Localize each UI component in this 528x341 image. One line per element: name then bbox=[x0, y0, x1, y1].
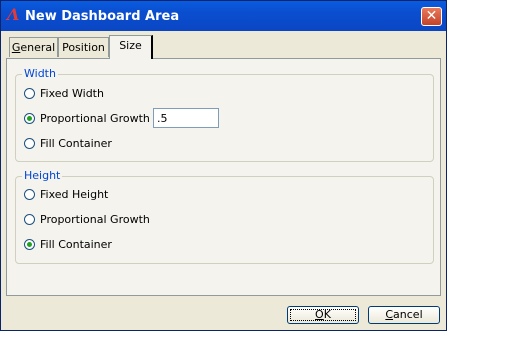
height-fixed-label: Fixed Height bbox=[40, 187, 109, 201]
tab-general[interactable]: General bbox=[9, 37, 58, 57]
cancel-label: ancel bbox=[393, 308, 423, 321]
ok-button[interactable]: OK bbox=[287, 306, 359, 324]
dialog-window: Λ New Dashboard Area ✕ General Position … bbox=[0, 0, 447, 331]
tab-position-label: Position bbox=[62, 41, 105, 54]
tab-position[interactable]: Position bbox=[58, 37, 109, 57]
size-tab-panel: Width Fixed Width Proportional Growth Fi… bbox=[6, 58, 441, 296]
height-fixed-radio[interactable] bbox=[24, 188, 35, 200]
height-proportional-radio[interactable] bbox=[24, 213, 35, 225]
height-fill-radio[interactable] bbox=[24, 238, 35, 250]
width-proportional-radio[interactable] bbox=[24, 112, 35, 124]
height-proportional-option[interactable]: Proportional Growth bbox=[24, 211, 150, 227]
width-fill-label: Fill Container bbox=[40, 136, 112, 150]
ok-mnemonic: O bbox=[315, 308, 324, 321]
close-button[interactable]: ✕ bbox=[421, 7, 442, 26]
width-proportional-option[interactable]: Proportional Growth bbox=[24, 110, 150, 126]
cancel-button[interactable]: Cancel bbox=[368, 306, 440, 324]
dialog-title: New Dashboard Area bbox=[25, 9, 180, 24]
close-icon: ✕ bbox=[425, 8, 438, 24]
app-logo-icon: Λ bbox=[7, 5, 20, 24]
width-group-title: Width bbox=[22, 67, 58, 80]
height-group: Height Fixed Height Proportional Growth … bbox=[15, 169, 434, 264]
width-proportional-label: Proportional Growth bbox=[40, 111, 150, 125]
height-fixed-option[interactable]: Fixed Height bbox=[24, 186, 108, 202]
cancel-mnemonic: C bbox=[385, 308, 394, 321]
tab-size[interactable]: Size bbox=[109, 35, 153, 59]
width-group: Width Fixed Width Proportional Growth Fi… bbox=[15, 67, 434, 162]
width-proportional-input[interactable] bbox=[153, 108, 219, 128]
ok-label: K bbox=[323, 308, 331, 321]
title-bar[interactable]: Λ New Dashboard Area ✕ bbox=[1, 1, 446, 31]
tab-size-label: Size bbox=[119, 39, 142, 52]
tab-general-label: eneral bbox=[20, 41, 56, 54]
width-fixed-label: Fixed Width bbox=[40, 86, 104, 100]
width-fixed-radio[interactable] bbox=[24, 87, 35, 99]
width-fill-radio[interactable] bbox=[24, 137, 35, 149]
height-fill-label: Fill Container bbox=[40, 237, 112, 251]
width-fill-option[interactable]: Fill Container bbox=[24, 135, 112, 151]
width-fixed-option[interactable]: Fixed Width bbox=[24, 85, 104, 101]
height-group-title: Height bbox=[22, 169, 63, 182]
height-fill-option[interactable]: Fill Container bbox=[24, 236, 112, 252]
height-proportional-label: Proportional Growth bbox=[40, 212, 150, 226]
